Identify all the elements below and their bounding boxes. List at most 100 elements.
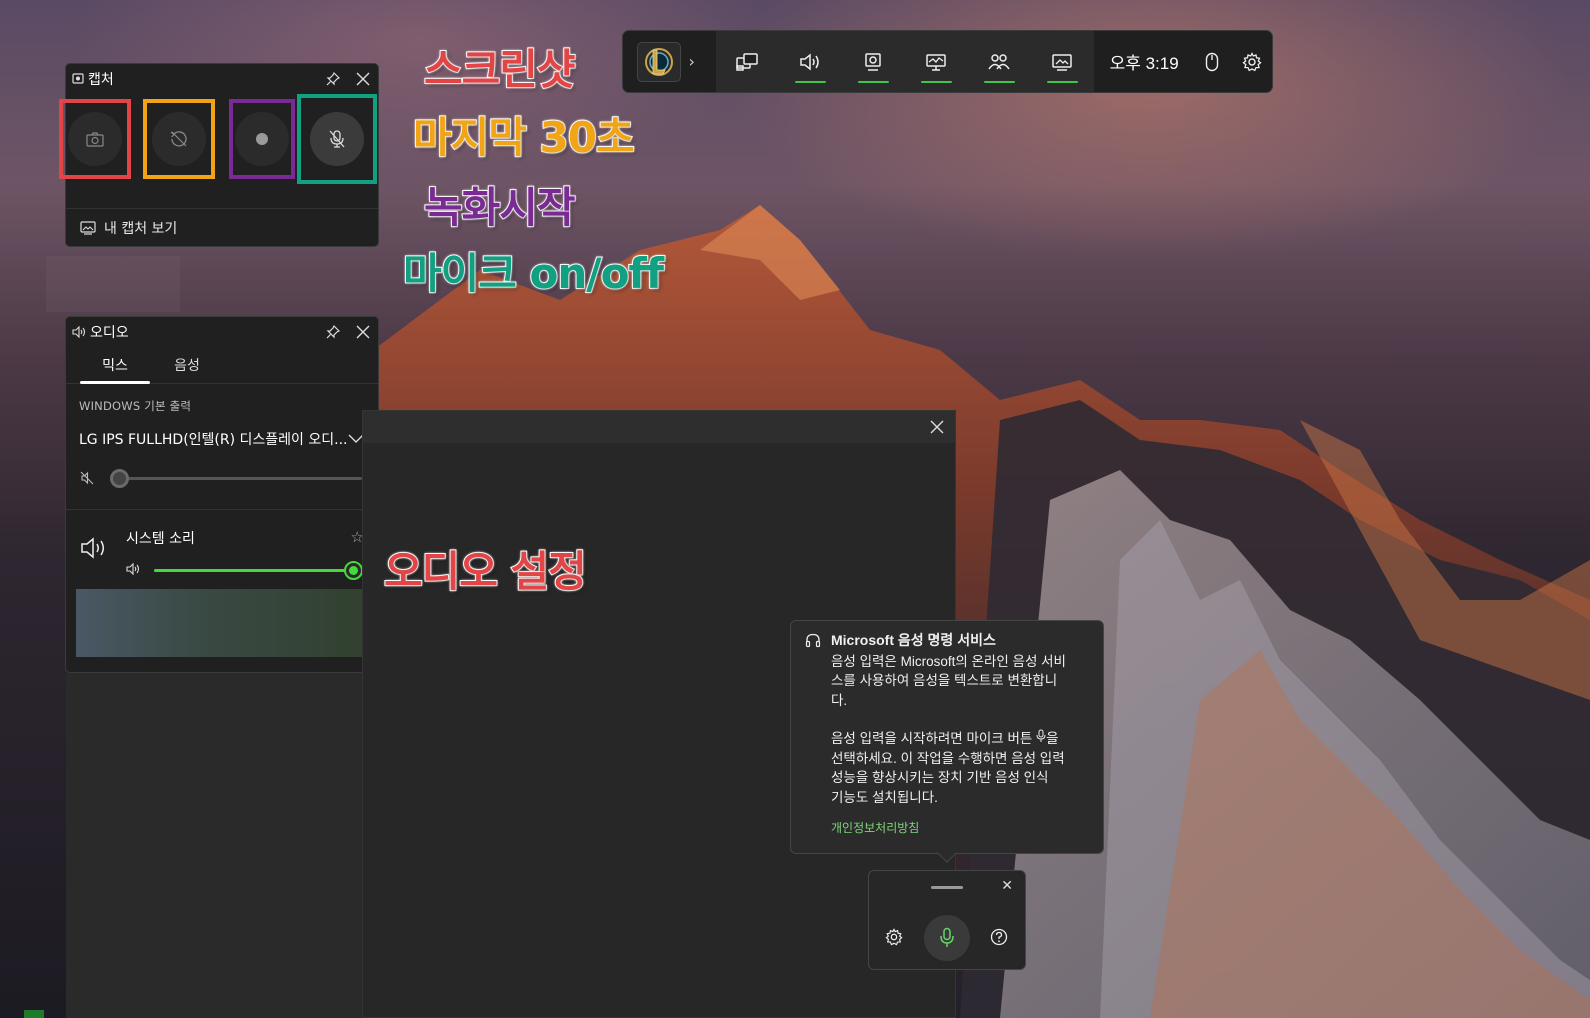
audio-widget-button[interactable] [779,31,842,92]
taskbar-indicator [24,1010,44,1018]
widget-strip [715,31,1094,92]
tooltip-line: 성능을 향상시키는 장치 기반 음성 인식 [831,770,1049,785]
close-button[interactable] [348,64,378,94]
mic-toggle-button[interactable] [297,94,377,184]
close-icon [356,72,370,86]
mute-icon[interactable] [80,471,94,485]
camera-icon [86,132,104,147]
game-bar: › 오후 3:19 [622,30,1273,93]
performance-icon [926,53,946,71]
voice-service-tooltip: Microsoft 음성 명령 서비스 음성 입력은 Microsoft의 온라… [790,620,1104,854]
capture-widget-button[interactable] [842,31,905,92]
voice-typing-bar: ✕ [868,870,1026,970]
mic-off-icon [329,130,345,148]
tooltip-title: Microsoft 음성 명령 서비스 [831,632,996,648]
gallery-icon [80,220,96,235]
pin-icon [326,324,341,339]
close-button[interactable] [348,317,378,347]
capture-buttons [59,94,378,208]
tooltip-line: 기능도 설치됩니다. [831,789,938,805]
audio-panel-header: 오디오 [66,317,378,347]
game-logo-area [623,31,697,92]
output-device-select[interactable]: LG IPS FULLHD(인텔(R) 디스플레이 오디... [66,414,378,449]
tooltip-text: 음성 입력을 시작하려면 마이크 버튼 [831,731,1033,746]
output-device-name: LG IPS FULLHD(인텔(R) 디스플레이 오디... [79,432,348,448]
tooltip-line: 선택하세요. 이 작업을 수행하면 음성 입력 [831,750,1065,766]
annotation-mic: 마이크 on/off [402,248,665,299]
drag-handle[interactable] [931,886,963,889]
mouse-icon [1206,52,1219,71]
system-volume-fill [154,569,354,572]
device-volume-thumb[interactable] [110,468,129,488]
pin-button[interactable] [318,64,348,94]
system-sound-label: 시스템 소리 [126,531,195,547]
capture-panel-icon [72,73,84,84]
performance-widget-button[interactable] [905,31,968,92]
audio-panel-title: 오디오 [90,325,129,341]
social-icon [988,53,1010,69]
annotation-last-30s: 마지막 30초 [412,112,636,163]
mouse-button[interactable] [1193,31,1233,92]
volume-icon[interactable] [126,562,142,576]
gear-icon[interactable] [885,928,903,946]
app-preview-thumbnail [76,589,372,657]
close-icon [356,325,370,339]
close-icon [930,420,944,434]
system-volume-thumb[interactable] [344,561,363,580]
replay-icon [170,131,187,147]
widget-menu-icon [736,52,758,71]
capture-panel-title: 캡처 [88,72,114,88]
pin-button[interactable] [318,317,348,347]
system-sound-row: 시스템 소리 ☆ [66,510,378,594]
pin-icon [326,71,341,86]
background-window-strip [66,673,362,1018]
window-titlebar [363,411,955,443]
tooltip-line: 스를 사용하여 음성을 텍스트로 변환합니 [831,673,1058,688]
help-icon[interactable] [990,928,1008,946]
tooltip-line: 음성 입력은 Microsoft의 온라인 음성 서비 [831,653,1066,669]
capture-panel: 캡처 내 캡처 보기 [59,63,379,247]
start-recording-button[interactable] [229,99,295,179]
faint-overlay [46,256,180,312]
privacy-policy-link[interactable]: 개인정보처리방침 [831,819,1089,839]
tooltip-line: 음성 입력을 시작하려면 마이크 버튼 을 [831,729,1089,749]
tab-voice[interactable]: 음성 [152,347,222,383]
record-last-30s-button[interactable] [143,99,215,179]
voice-mic-button[interactable] [924,915,970,961]
audio-tabs: 믹스 음성 [66,347,378,384]
mic-icon [1036,729,1046,742]
annotation-record: 녹화시작 [423,182,577,233]
gear-icon [1242,51,1262,71]
close-icon[interactable]: ✕ [1001,878,1013,894]
audio-panel: 오디오 믹스 음성 WINDOWS 기본 출력 LG IPS FULLHD(인텔… [65,316,379,673]
widget-menu-button[interactable] [716,31,779,92]
view-captures-label: 내 캡처 보기 [104,220,178,237]
annotation-audio-settings: 오디오 설정 [383,546,588,597]
speaker-icon [72,326,86,338]
speaker-icon [81,537,104,559]
screenshot-button[interactable] [59,99,131,179]
close-button[interactable] [919,411,955,443]
game-logo-button[interactable] [637,41,681,82]
tab-mix[interactable]: 믹스 [80,347,150,384]
mic-icon [940,927,954,947]
social-widget-button[interactable] [968,31,1031,92]
headset-icon [805,633,821,648]
audio-icon [800,52,819,71]
league-logo-icon [645,47,673,76]
clock: 오후 3:19 [1109,54,1179,73]
system-volume-slider[interactable] [154,561,363,580]
chevron-right-icon[interactable]: › [689,52,716,71]
view-captures-link[interactable]: 내 캡처 보기 [66,208,378,246]
gallery-widget-button[interactable] [1031,31,1094,92]
record-dot-icon [256,133,268,145]
tooltip-text: 을 [1046,731,1059,746]
tooltip-line: 다. [831,692,848,708]
settings-button[interactable] [1232,31,1272,92]
device-volume-row [66,449,378,488]
device-volume-slider[interactable] [110,468,362,488]
capture-icon [865,52,881,71]
default-output-label: WINDOWS 기본 출력 [79,399,192,413]
annotation-screenshot: 스크린샷 [423,44,577,95]
capture-panel-header: 캡처 [66,64,378,94]
